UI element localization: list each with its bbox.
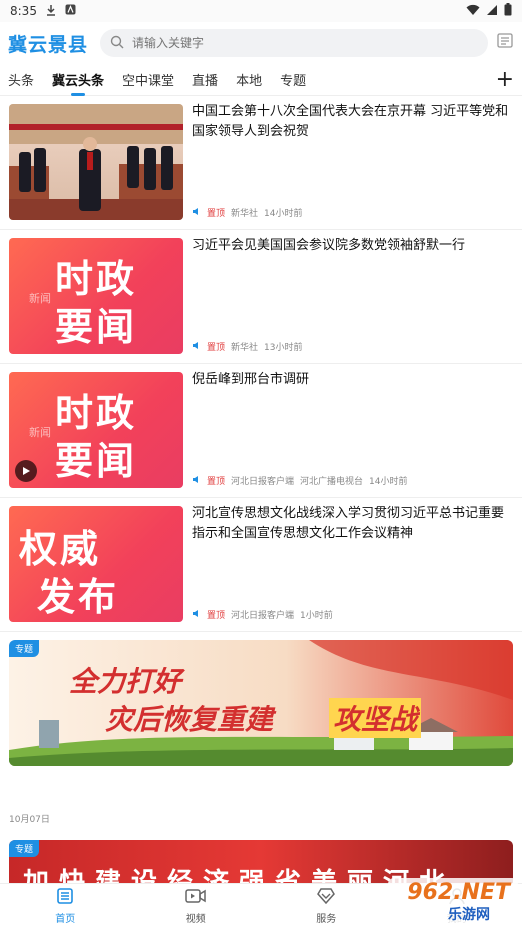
thumb-text-line1: 时政 [54, 257, 137, 301]
tab-headline[interactable]: 头条 [8, 70, 34, 89]
news-item[interactable]: 新闻 时政 要闻 倪岳峰到邢台市调研 置顶 河北日报客户端 河北广播电视台 14… [0, 364, 522, 498]
news-source-secondary: 河北广播电视台 [300, 477, 364, 487]
pinned-badge: 置顶 [207, 343, 226, 353]
news-source: 河北日报客户端 [231, 611, 295, 621]
news-thumbnail: 新闻 时政 要闻 [9, 238, 183, 354]
news-source: 河北日报客户端 [231, 477, 295, 487]
wifi-icon [466, 4, 480, 19]
thumb-text-line2: 发布 [37, 575, 120, 619]
thumb-text-line1: 时政 [54, 391, 137, 435]
banner-line2: 灾后恢复重建 [105, 703, 274, 736]
news-source: 新华社 [231, 343, 259, 353]
news-title[interactable]: 倪岳峰到邢台市调研 [192, 370, 512, 390]
tab-air-classroom[interactable]: 空中课堂 [122, 70, 174, 89]
news-thumbnail [9, 104, 183, 220]
banner-line3: 攻坚战 [329, 698, 422, 738]
watermark-sub: 乐游网 [448, 907, 490, 923]
thumb-text-line1: 权威 [19, 527, 102, 571]
nav-video-label: 视频 [185, 914, 206, 925]
nav-video[interactable]: 视频 [131, 884, 262, 928]
add-channel-icon[interactable]: + [496, 67, 514, 92]
news-item[interactable]: 中国工会第十八次全国代表大会在京开幕 习近平等党和国家领导人到会祝贺 置顶 新华… [0, 96, 522, 230]
service-icon [316, 887, 336, 908]
topic-tag: 专题 [9, 840, 40, 857]
message-icon[interactable] [496, 32, 514, 54]
speaker-icon[interactable] [192, 341, 201, 353]
nav-service[interactable]: 服务 [261, 884, 392, 928]
search-input[interactable] [132, 36, 479, 50]
news-title[interactable]: 中国工会第十八次全国代表大会在京开幕 习近平等党和国家领导人到会祝贺 [192, 102, 512, 142]
news-title[interactable]: 习近平会见美国国会参议院多数党领袖舒默一行 [192, 236, 512, 256]
status-time: 8:35 [10, 4, 37, 18]
news-time: 1小时前 [300, 611, 333, 621]
news-meta: 置顶 河北日报客户端 1小时前 [192, 608, 333, 621]
nav-home-label: 首页 [55, 914, 76, 925]
topic-tag: 专题 [9, 640, 40, 657]
pinned-badge: 置顶 [207, 209, 226, 219]
battery-icon [504, 3, 512, 19]
play-icon[interactable] [15, 460, 37, 482]
thumb-text-line2: 要闻 [54, 305, 137, 349]
news-item[interactable]: 权威 发布 河北宣传思想文化战线深入学习贯彻习近平总书记重要指示和全国宣传思想文… [0, 498, 522, 632]
news-thumbnail: 新闻 时政 要闻 [9, 372, 183, 488]
search-icon [110, 34, 124, 53]
search-box[interactable] [100, 29, 489, 57]
home-icon [56, 887, 74, 908]
tab-live[interactable]: 直播 [192, 70, 218, 89]
news-time: 14小时前 [369, 477, 408, 487]
news-source: 新华社 [231, 209, 259, 219]
status-bar: 8:35 [0, 0, 522, 22]
news-feed: 中国工会第十八次全国代表大会在京开幕 习近平等党和国家领导人到会祝贺 置顶 新华… [0, 96, 522, 632]
download-icon [45, 4, 57, 19]
news-item[interactable]: 新闻 时政 要闻 习近平会见美国国会参议院多数党领袖舒默一行 置顶 新华社 13… [0, 230, 522, 364]
nav-home[interactable]: 首页 [0, 884, 131, 928]
banner-line1: 全力打好 [69, 665, 182, 698]
speaker-icon[interactable] [192, 207, 201, 219]
app-logo: 冀云景县 [8, 33, 89, 56]
tab-jiyun-headline[interactable]: 冀云头条 [52, 70, 104, 89]
site-watermark: 962.NET 乐游网 [378, 878, 518, 926]
video-icon [185, 887, 207, 908]
tab-topic[interactable]: 专题 [280, 70, 306, 89]
signal-icon [486, 4, 498, 19]
nav-service-label: 服务 [316, 914, 337, 925]
tab-local[interactable]: 本地 [236, 70, 262, 89]
news-meta: 置顶 新华社 13小时前 [192, 340, 302, 353]
news-meta: 置顶 新华社 14小时前 [192, 206, 302, 219]
date-label: 10月07日 [9, 815, 50, 825]
pinned-badge: 置顶 [207, 477, 226, 487]
news-thumbnail: 权威 发布 [9, 506, 183, 622]
speaker-icon[interactable] [192, 475, 201, 487]
top-bar: 冀云景县 [0, 22, 522, 64]
pinned-badge: 置顶 [207, 611, 226, 621]
news-title[interactable]: 河北宣传思想文化战线深入学习贯彻习近平总书记重要指示和全国宣传思想文化工作会议精… [192, 504, 512, 544]
news-time: 14小时前 [264, 209, 303, 219]
channel-tabs: 头条 冀云头条 空中课堂 直播 本地 专题 + [0, 64, 522, 96]
speaker-icon[interactable] [192, 609, 201, 621]
news-time: 13小时前 [264, 343, 303, 353]
topic-banner[interactable]: 专题 全力打好 灾后恢复重建 攻坚战 [9, 640, 513, 766]
news-meta: 置顶 河北日报客户端 河北广播电视台 14小时前 [192, 474, 408, 487]
app-notification-icon [65, 4, 76, 18]
watermark-brand: 962.NET [407, 880, 510, 905]
